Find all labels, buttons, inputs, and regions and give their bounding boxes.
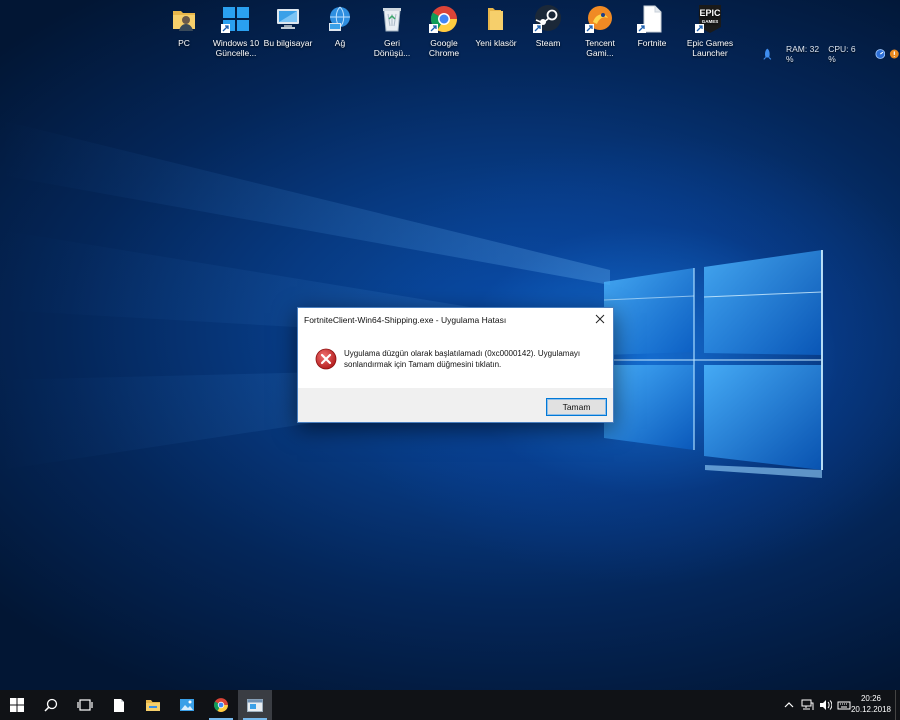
task-view-button[interactable] <box>68 690 102 720</box>
dialog-title: FortniteClient-Win64-Shipping.exe - Uygu… <box>304 315 507 325</box>
chrome-icon <box>429 6 458 33</box>
taskbar-file[interactable] <box>102 690 136 720</box>
cpu-usage: CPU: 6 % <box>828 44 856 64</box>
chevron-up-icon[interactable] <box>783 699 795 711</box>
photos-icon <box>180 699 194 711</box>
system-monitor-gadget[interactable]: RAM: 32 % CPU: 6 % <box>762 44 900 64</box>
speedometer-icon[interactable] <box>875 48 886 60</box>
user-folder-icon <box>173 11 195 31</box>
desktop-icon-label: Google Chrome <box>428 38 460 58</box>
error-dialog[interactable]: FortniteClient-Win64-Shipping.exe - Uygu… <box>297 307 614 423</box>
desktop-icon-label: Ağ <box>334 38 346 48</box>
volume-icon[interactable] <box>819 699 832 711</box>
taskbar-clock[interactable]: 20:26 20.12.2018 <box>848 693 894 715</box>
desktop-icon-label: Tencent Gami... <box>585 38 615 58</box>
desktop-icon-steam[interactable]: Steam <box>522 4 574 48</box>
desktop-icon-recycle-bin[interactable]: Geri Dönüşü... <box>366 4 418 58</box>
desktop-icon-label: PC <box>178 38 190 48</box>
desktop-icon-this-pc[interactable]: Bu bilgisayar <box>262 4 314 48</box>
notification-icon[interactable] <box>889 48 900 60</box>
taskbar-file-explorer[interactable] <box>136 690 170 720</box>
show-desktop-button[interactable] <box>895 690 900 720</box>
desktop-icon-tencent[interactable]: Tencent Gami... <box>574 4 626 58</box>
svg-text:EPIC: EPIC <box>699 8 721 18</box>
search-icon <box>44 698 58 712</box>
file-explorer-icon <box>146 700 160 711</box>
taskbar-app-window[interactable] <box>238 690 272 720</box>
computer-icon <box>277 9 299 29</box>
desktop-icon-fortnite[interactable]: Fortnite <box>626 4 678 48</box>
desktop-icon-label: Windows 10 Güncelle... <box>212 38 260 58</box>
dialog-message: Uygulama düzgün olarak başlatılamadı (0x… <box>344 349 581 369</box>
close-icon <box>595 314 605 324</box>
task-view-icon <box>77 699 93 711</box>
desktop-icon-label: Fortnite <box>637 38 667 48</box>
rocket-icon <box>763 48 772 60</box>
close-button[interactable] <box>587 308 613 330</box>
network-tray-icon[interactable] <box>801 699 814 711</box>
steam-icon <box>533 5 561 33</box>
recycle-bin-icon <box>383 8 401 32</box>
taskbar-photos[interactable] <box>170 690 204 720</box>
svg-text:GAMES: GAMES <box>702 19 719 24</box>
desktop-icon-chrome[interactable]: Google Chrome <box>418 4 470 58</box>
epic-games-icon: EPIC GAMES <box>695 5 721 33</box>
dialog-footer: Tamam <box>298 388 613 422</box>
network-icon <box>329 6 350 31</box>
app-window-icon <box>247 698 263 712</box>
dialog-body: Uygulama düzgün olarak başlatılamadı (0x… <box>298 332 613 387</box>
desktop-icon-label: Steam <box>535 38 561 48</box>
desktop-icon-epic-games[interactable]: EPIC GAMES Epic Games Launcher <box>684 4 736 58</box>
desktop-icon-label: Yeni klasör <box>475 38 517 48</box>
desktop-icons: PC Windows 10 Güncelle... Bu bilgisayar <box>158 4 748 68</box>
desktop[interactable]: PC Windows 10 Güncelle... Bu bilgisayar <box>0 0 900 690</box>
ram-usage: RAM: 32 % <box>785 44 820 64</box>
file-icon <box>114 698 124 712</box>
system-tray <box>783 690 851 720</box>
desktop-icon-label: Epic Games Launcher <box>686 38 734 58</box>
ok-button[interactable]: Tamam <box>546 398 607 416</box>
clock-date: 20.12.2018 <box>850 705 892 714</box>
dialog-titlebar[interactable]: FortniteClient-Win64-Shipping.exe - Uygu… <box>298 308 613 332</box>
clock-time: 20:26 <box>860 694 882 703</box>
start-button[interactable] <box>0 690 34 720</box>
start-icon <box>10 698 24 712</box>
search-button[interactable] <box>34 690 68 720</box>
desktop-icon-windows-update[interactable]: Windows 10 Güncelle... <box>210 4 262 58</box>
desktop-icon-new-folder[interactable]: Yeni klasör <box>470 4 522 48</box>
error-icon <box>315 348 337 370</box>
windows-logo-icon <box>221 7 249 33</box>
blank-file-icon <box>637 5 662 33</box>
folder-icon <box>488 8 503 30</box>
desktop-icon-label: Bu bilgisayar <box>263 38 313 48</box>
tencent-icon <box>585 6 612 33</box>
desktop-icon-pc[interactable]: PC <box>158 4 210 48</box>
desktop-icon-network[interactable]: Ağ <box>314 4 366 48</box>
taskbar: 20:26 20.12.2018 <box>0 690 900 720</box>
desktop-icon-label: Geri Dönüşü... <box>373 38 411 58</box>
chrome-icon <box>214 698 228 712</box>
taskbar-chrome[interactable] <box>204 690 238 720</box>
